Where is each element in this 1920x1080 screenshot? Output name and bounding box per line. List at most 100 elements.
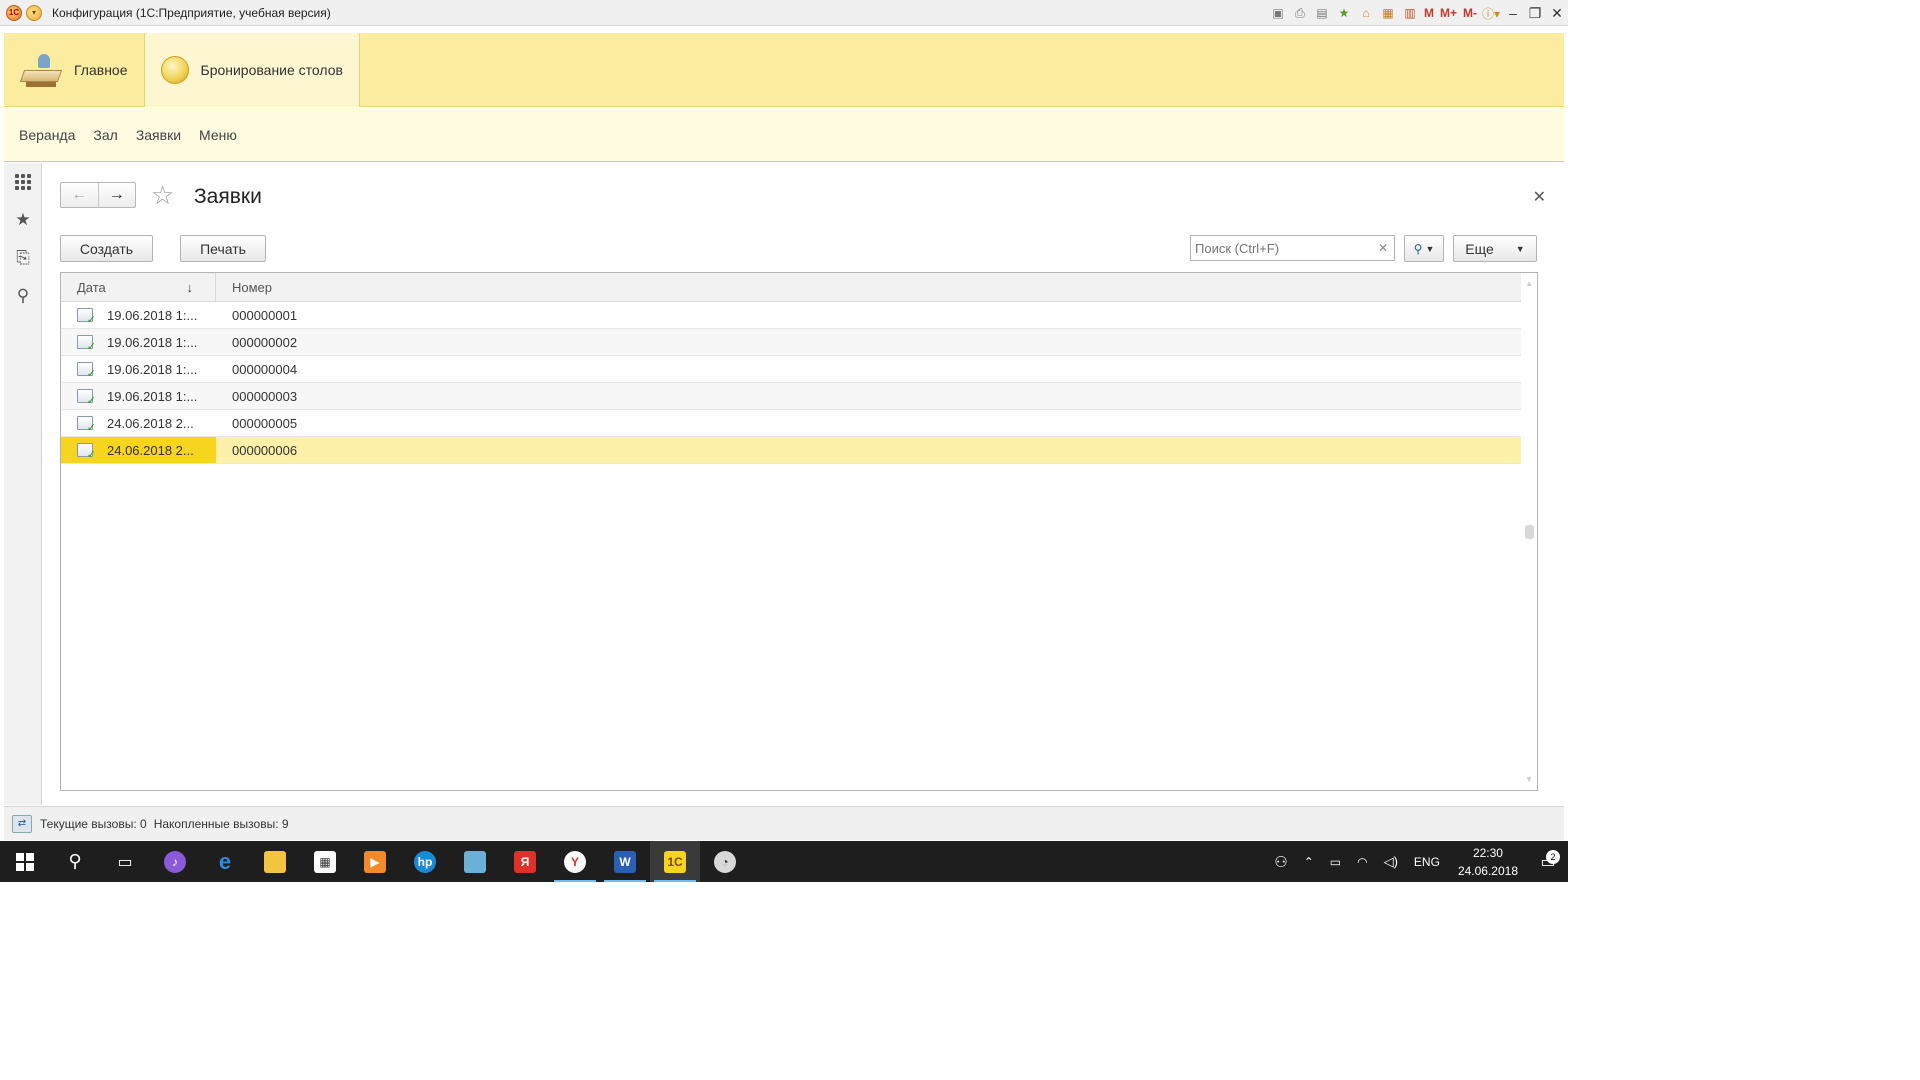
save-icon[interactable]: ▣ (1267, 2, 1289, 24)
calculator-icon[interactable]: ▦ (1377, 2, 1399, 24)
minimize-button[interactable]: – (1502, 2, 1524, 24)
history-icon[interactable]: ⎘ (4, 239, 42, 277)
store-icon[interactable]: ▦ (300, 841, 350, 882)
column-header-date-label: Дата (77, 279, 106, 295)
add-to-favorites-icon[interactable]: ☆ (151, 180, 174, 210)
favorites-star-icon[interactable]: ★ (4, 201, 42, 239)
table-row[interactable]: 24.06.2018 2... 000000005 (61, 410, 1521, 437)
desk-icon (19, 52, 63, 88)
media-player-icon[interactable]: ▶ (350, 841, 400, 882)
search-icon[interactable]: ⚲ (50, 841, 100, 882)
paint-icon[interactable]: ◔ (700, 841, 750, 882)
section-main-label: Главное (74, 62, 128, 78)
search-input[interactable] (1190, 235, 1373, 261)
section-table-booking[interactable]: Бронирование столов (143, 33, 360, 107)
posted-document-icon (77, 362, 96, 380)
more-button-label: Еще (1465, 240, 1494, 257)
row-number: 000000005 (232, 415, 298, 431)
table-row-selected[interactable]: 24.06.2018 2... 000000006 (61, 437, 1521, 464)
clock[interactable]: 22:30 24.06.2018 (1448, 844, 1528, 880)
column-header-number[interactable]: Номер (216, 273, 1537, 301)
battery-icon[interactable]: ▭ (1322, 855, 1349, 869)
show-hidden-icons[interactable]: ⌃ (1296, 855, 1322, 869)
task-view-icon[interactable]: ▭ (100, 841, 150, 882)
column-header-date[interactable]: Дата ↓ (61, 273, 216, 301)
preview-icon[interactable]: ▤ (1311, 2, 1333, 24)
1c-app-icon[interactable]: 1С (650, 841, 700, 882)
word-icon[interactable]: W (600, 841, 650, 882)
table-row[interactable]: 19.06.2018 1:... 000000003 (61, 383, 1521, 410)
row-number: 000000001 (232, 307, 298, 323)
clock-date: 24.06.2018 (1457, 863, 1518, 878)
scroll-thumb[interactable] (1525, 525, 1534, 539)
table-scrollbar[interactable]: ▲ ▼ (1521, 273, 1537, 790)
requests-table: Дата ↓ Номер 19.06.2018 1:... 000000001 … (60, 272, 1538, 791)
action-center-icon[interactable]: ▭2 (1528, 849, 1568, 872)
table-header: Дата ↓ Номер (61, 273, 1537, 302)
window-title: Конфигурация (1С:Предприятие, учебная ве… (52, 5, 331, 20)
form-title: Заявки (194, 185, 262, 208)
more-button[interactable]: Еще ▼ (1453, 235, 1537, 262)
subsection-menu[interactable]: Меню (199, 127, 237, 143)
back-arrow-icon[interactable]: ← (61, 183, 99, 207)
close-window-button[interactable]: ✕ (1546, 2, 1568, 24)
app-logo-icon[interactable]: 1С (6, 4, 22, 21)
row-number: 000000006 (232, 442, 298, 458)
scroll-up-icon[interactable]: ▲ (1525, 279, 1533, 288)
main-menu-icon[interactable]: ▾ (26, 4, 42, 21)
search-clear-icon[interactable]: ✕ (1372, 235, 1395, 261)
row-date: 19.06.2018 1:... (107, 388, 198, 404)
app-glass-icon[interactable] (450, 841, 500, 882)
yandex-icon[interactable]: Я (500, 841, 550, 882)
section-main[interactable]: Главное (4, 33, 144, 107)
volume-icon[interactable]: ◁) (1376, 854, 1406, 870)
row-date: 19.06.2018 1:... (107, 334, 198, 350)
row-number: 000000003 (232, 388, 298, 404)
favorites-icon[interactable]: ★ (1333, 2, 1355, 24)
titlebar-tools: ▣ ⎙ ▤ ★ ⌂ ▦ ▥ M M+ M- ⓘ▾ – ❐ ✕ (1267, 0, 1568, 26)
table-row[interactable]: 19.06.2018 1:... 000000004 (61, 356, 1521, 383)
create-button[interactable]: Создать (60, 235, 153, 262)
close-form-icon[interactable]: ✕ (1533, 187, 1546, 207)
print-button[interactable]: Печать (180, 235, 266, 262)
server-calls-icon[interactable]: ⇄ (12, 814, 32, 833)
search-icon[interactable]: ⚲ (4, 277, 42, 315)
start-button[interactable] (0, 841, 50, 882)
calendar-icon[interactable]: ▥ (1399, 2, 1421, 24)
people-icon[interactable]: ⚇ (1266, 853, 1295, 871)
scroll-down-icon[interactable]: ▼ (1525, 775, 1533, 784)
memory-add-button[interactable]: M+ (1437, 2, 1460, 24)
row-number: 000000002 (232, 334, 298, 350)
file-explorer-icon[interactable] (250, 841, 300, 882)
table-row[interactable]: 19.06.2018 1:... 000000002 (61, 329, 1521, 356)
wifi-icon[interactable]: ◠ (1349, 855, 1375, 869)
subsection-requests[interactable]: Заявки (136, 127, 181, 143)
info-icon[interactable]: ⓘ▾ (1480, 2, 1502, 24)
yandex-browser-icon[interactable]: Y (550, 841, 600, 882)
cortana-icon[interactable]: ♪ (150, 841, 200, 882)
search-options-button[interactable]: ⚲ ▼ (1404, 235, 1444, 262)
hp-icon[interactable]: hp (400, 841, 450, 882)
system-tray: ⚇ ⌃ ▭ ◠ ◁) ENG 22:30 24.06.2018 ▭2 (1266, 841, 1568, 882)
column-header-number-label: Номер (232, 279, 273, 295)
subsection-hall[interactable]: Зал (93, 127, 117, 143)
memory-subtract-button[interactable]: M- (1460, 2, 1480, 24)
notification-count-badge: 2 (1546, 849, 1560, 864)
restore-button[interactable]: ❐ (1524, 2, 1546, 24)
print-icon[interactable]: ⎙ (1289, 2, 1311, 24)
table-row[interactable]: 19.06.2018 1:... 000000001 (61, 302, 1521, 329)
edge-icon[interactable]: e (200, 841, 250, 882)
forward-arrow-icon[interactable]: → (99, 183, 136, 207)
all-functions-icon[interactable] (4, 163, 42, 201)
history-icon[interactable]: ⌂ (1355, 2, 1377, 24)
memory-button[interactable]: M (1421, 2, 1437, 24)
row-date: 24.06.2018 2... (107, 415, 194, 431)
posted-document-icon (77, 416, 96, 434)
section-table-booking-label: Бронирование столов (200, 62, 343, 78)
subsection-veranda[interactable]: Веранда (19, 127, 75, 143)
language-indicator[interactable]: ENG (1406, 855, 1448, 869)
dropdown-arrow-icon: ▼ (1425, 243, 1435, 254)
current-calls-text: Текущие вызовы: 0 (40, 816, 147, 831)
dropdown-arrow-icon: ▼ (1515, 243, 1525, 254)
row-date: 24.06.2018 2... (107, 442, 194, 458)
